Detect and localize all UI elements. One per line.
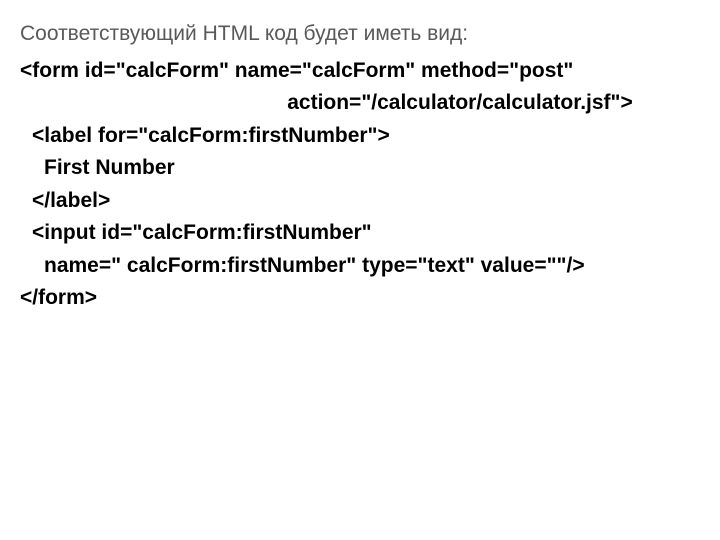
code-line-1: <form id="calcForm" name="calcForm" meth… [20,55,700,88]
code-line-2: action="/calculator/calculator.jsf"> [20,87,700,120]
code-line-3: <label for="calcForm:firstNumber"> [20,120,700,153]
code-line-4: First Number [20,152,700,185]
intro-text: Соответствующий HTML код будет иметь вид… [20,18,700,51]
code-line-6: <input id="calcForm:firstNumber" [20,217,700,250]
code-line-7: name=" calcForm:firstNumber" type="text"… [20,250,700,283]
code-line-8: </form> [20,282,700,315]
code-line-5: </label> [20,185,700,218]
